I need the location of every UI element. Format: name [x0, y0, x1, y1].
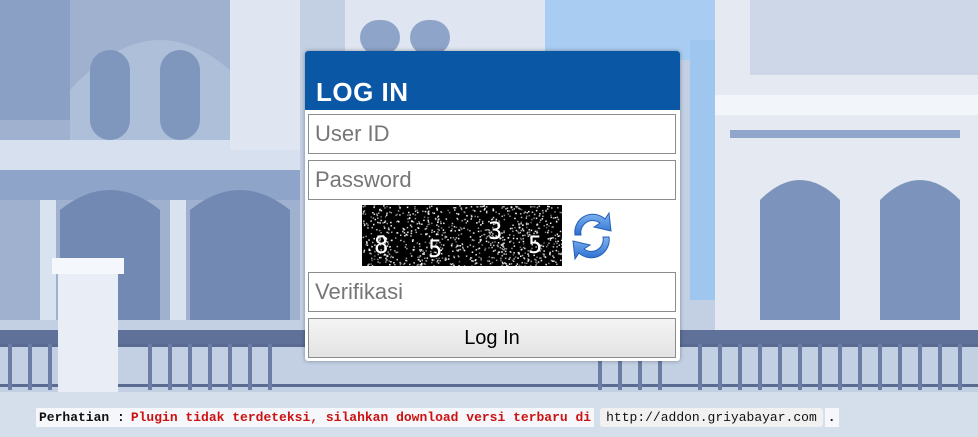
password-input[interactable]: [308, 160, 676, 200]
notice-suffix: .: [824, 407, 839, 427]
login-button[interactable]: Log In: [308, 318, 676, 358]
login-panel: LOG IN 8 5 3 5 Log In: [305, 51, 680, 361]
userid-input[interactable]: [308, 114, 676, 154]
captcha-digit-1: 8: [374, 231, 388, 259]
login-header: LOG IN: [305, 51, 680, 110]
verification-input[interactable]: [308, 272, 676, 312]
captcha-digit-2: 5: [428, 235, 442, 263]
captcha-digit-4: 5: [528, 231, 542, 259]
refresh-icon[interactable]: [567, 205, 617, 265]
download-link[interactable]: http://addon.griyabayar.com: [600, 407, 823, 427]
plugin-notice: Perhatian : Plugin tidak terdeteksi, sil…: [36, 406, 839, 428]
notice-prefix: Perhatian :: [36, 407, 128, 427]
captcha-digit-3: 3: [488, 217, 502, 245]
notice-message: Plugin tidak terdeteksi, silahkan downlo…: [127, 407, 595, 427]
login-title: LOG IN: [316, 77, 409, 107]
captcha-image: 8 5 3 5: [362, 205, 562, 266]
